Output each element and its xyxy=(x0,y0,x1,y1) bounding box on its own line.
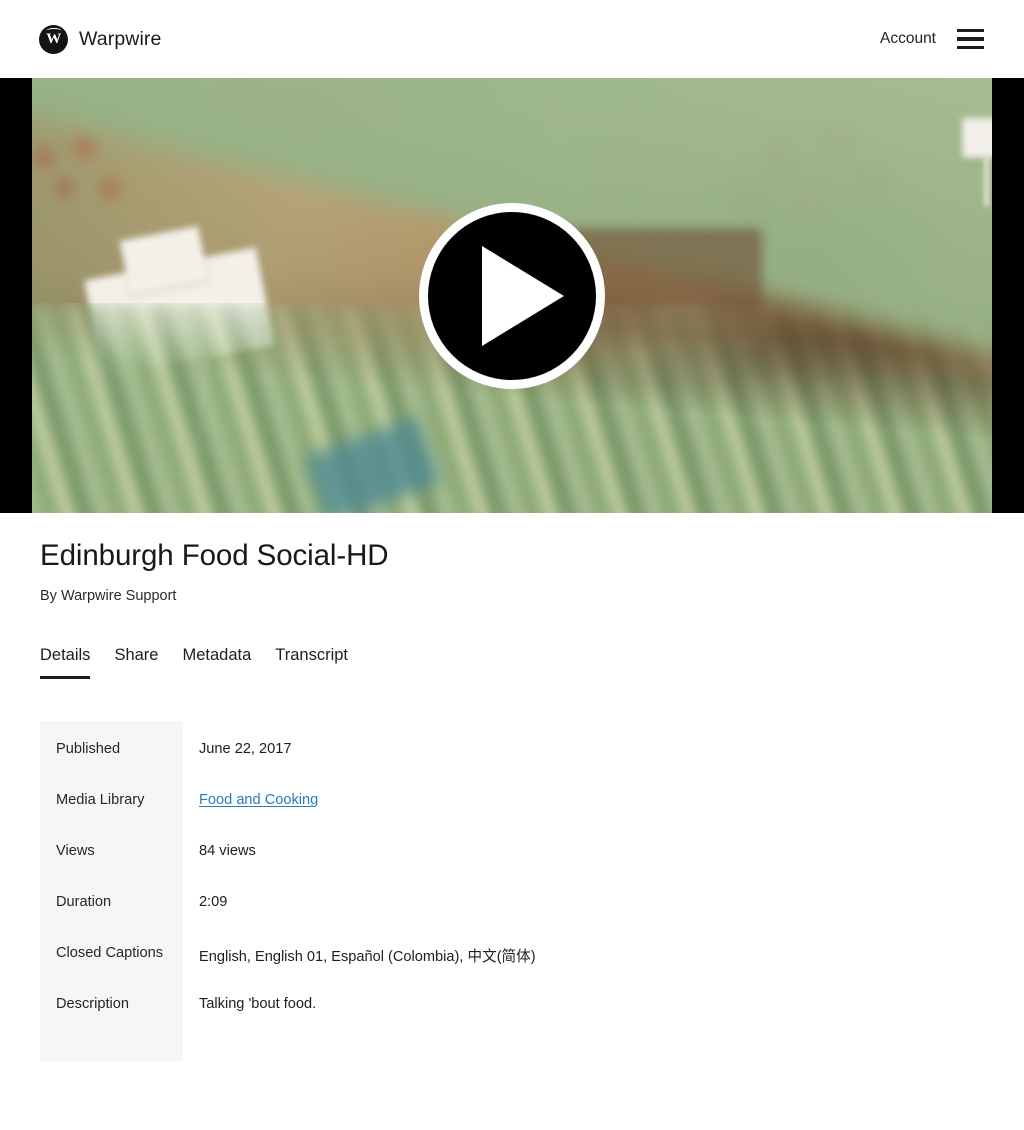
hamburger-bar-3 xyxy=(957,45,984,49)
table-row-spacer xyxy=(40,1027,984,1062)
logo-cap-shape xyxy=(46,28,61,33)
row-value-views: 84 views xyxy=(199,843,256,860)
table-row: Description Talking 'bout food. xyxy=(40,976,984,1028)
row-value-published: June 22, 2017 xyxy=(199,741,292,758)
row-value-duration: 2:09 xyxy=(199,894,228,911)
play-triangle-icon xyxy=(482,245,564,346)
row-label-closed-captions: Closed Captions xyxy=(40,925,183,977)
price-tag-card-3 xyxy=(962,118,992,158)
page-title: Edinburgh Food Social-HD xyxy=(40,539,389,572)
tab-bar: Details Share Metadata Transcript xyxy=(40,646,984,680)
row-label-media-library: Media Library xyxy=(40,772,183,824)
account-link[interactable]: Account xyxy=(880,30,936,48)
tab-details[interactable]: Details xyxy=(40,646,91,680)
site-header: W Warpwire Account xyxy=(0,0,1024,78)
media-library-link[interactable]: Food and Cooking xyxy=(199,792,318,808)
row-label-views: Views xyxy=(40,823,183,875)
table-row: Closed Captions English, English 01, Esp… xyxy=(40,925,984,977)
hamburger-bar-2 xyxy=(957,37,984,41)
play-button[interactable] xyxy=(419,202,605,389)
header-actions: Account xyxy=(880,29,984,49)
row-spacer-val xyxy=(183,1027,984,1061)
media-info-section: Edinburgh Food Social-HD By Warpwire Sup… xyxy=(0,513,1024,1062)
row-spacer-key xyxy=(40,1027,183,1062)
table-row: Media Library Food and Cooking xyxy=(40,772,984,824)
row-label-description: Description xyxy=(40,976,183,1028)
price-tag-stick-2 xyxy=(984,156,989,206)
warpwire-logo-icon: W xyxy=(39,24,68,54)
row-label-duration: Duration xyxy=(40,874,183,926)
row-label-published: Published xyxy=(40,721,183,773)
row-value-media-library: Food and Cooking xyxy=(183,772,984,823)
table-row: Duration 2:09 xyxy=(40,874,984,926)
table-row: Published June 22, 2017 xyxy=(40,721,984,773)
tab-transcript[interactable]: Transcript xyxy=(275,646,348,679)
tab-share[interactable]: Share xyxy=(114,646,158,679)
tab-metadata[interactable]: Metadata xyxy=(182,646,251,679)
logo-w-glyph: W xyxy=(46,30,61,47)
media-byline: By Warpwire Support xyxy=(40,588,177,605)
row-value-closed-captions: English, English 01, Español (Colombia),… xyxy=(199,949,536,966)
hamburger-menu-icon[interactable] xyxy=(957,29,984,49)
brand-name: Warpwire xyxy=(79,27,162,50)
video-player[interactable] xyxy=(0,78,1024,513)
table-row: Views 84 views xyxy=(40,823,984,875)
hamburger-bar-1 xyxy=(957,29,984,33)
brand-logo-link[interactable]: W Warpwire xyxy=(39,24,162,54)
row-value-description: Talking 'bout food. xyxy=(199,996,317,1013)
details-table: Published June 22, 2017 Media Library Fo… xyxy=(40,721,984,1062)
